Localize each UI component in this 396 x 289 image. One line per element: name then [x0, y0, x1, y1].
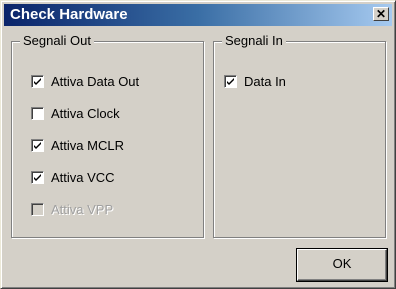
- checkbox-box[interactable]: [31, 75, 44, 88]
- ok-button[interactable]: OK: [297, 249, 387, 281]
- checkbox-label: Attiva Clock: [51, 106, 120, 121]
- checkbox-label: Attiva VPP: [51, 202, 114, 217]
- close-button[interactable]: ✕: [373, 7, 389, 21]
- segnali-in-legend: Segnali In: [222, 33, 286, 49]
- checkbox-box[interactable]: [224, 75, 237, 88]
- segnali-out-legend: Segnali Out: [20, 33, 94, 49]
- segnali-in-group: Segnali In Data In: [213, 33, 386, 238]
- segnali-out-group: Segnali Out Attiva Data Out Attiva Clock…: [11, 33, 204, 238]
- checkbox-label: Attiva Data Out: [51, 74, 140, 89]
- window-title: Check Hardware: [10, 6, 128, 23]
- checkbox-label: Attiva MCLR: [51, 138, 124, 153]
- title-bar[interactable]: Check Hardware ✕: [4, 4, 392, 26]
- checkmark-icon: [227, 78, 234, 85]
- checkmark-icon: [34, 142, 41, 149]
- checkbox-label: Data In: [244, 74, 286, 89]
- checkmark-icon: [34, 174, 41, 181]
- checkmark-icon: [34, 78, 41, 85]
- check-hardware-dialog: Check Hardware ✕ Segnali Out Attiva Data…: [0, 0, 396, 289]
- checkbox-box[interactable]: [31, 139, 44, 152]
- close-icon: ✕: [375, 7, 387, 21]
- checkbox-box: [31, 203, 44, 216]
- checkbox-label: Attiva VCC: [51, 170, 115, 185]
- checkbox-box[interactable]: [31, 171, 44, 184]
- checkbox-box[interactable]: [31, 107, 44, 120]
